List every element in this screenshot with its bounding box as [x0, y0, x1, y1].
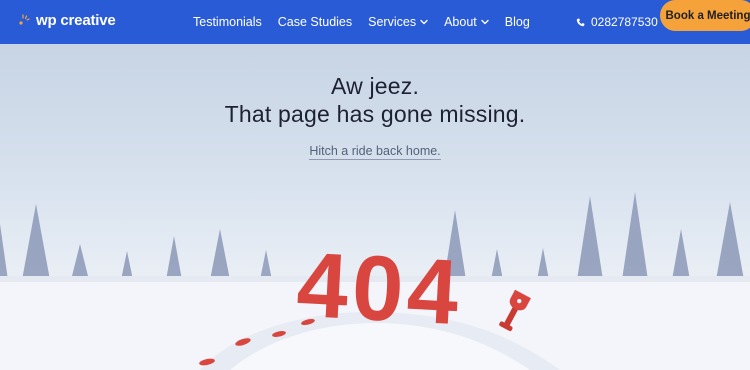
nav-item-label: Blog — [504, 15, 530, 29]
back-home-link[interactable]: Hitch a ride back home. — [309, 144, 441, 160]
phone-link[interactable]: 0282787530 — [576, 0, 658, 44]
nav-item-label: Services — [368, 15, 417, 29]
logo[interactable]: wp creative — [18, 12, 116, 29]
nav-item-label: Testimonials — [193, 15, 262, 29]
book-meeting-button[interactable]: Book a Meeting — [660, 0, 750, 31]
nav-item-case-studies[interactable]: Case Studies — [278, 15, 352, 29]
hero-section: 404 Aw jeez. That page has gone missing.… — [0, 44, 750, 370]
error-code: 404 — [294, 234, 465, 345]
back-home-wrapper: Hitch a ride back home. — [0, 142, 750, 160]
sunburst-icon — [19, 14, 30, 25]
nav-item-services[interactable]: Services — [368, 15, 428, 29]
phone-icon — [576, 18, 585, 26]
site-header: wp creative Testimonials Case Studies Se… — [0, 0, 750, 44]
main-nav: Testimonials Case Studies Services About… — [193, 0, 530, 44]
nav-item-testimonials[interactable]: Testimonials — [193, 15, 262, 29]
headline-line-1: Aw jeez. — [330, 73, 420, 99]
logo-text: wp creative — [36, 11, 116, 29]
page: wp creative Testimonials Case Studies Se… — [0, 0, 750, 370]
nav-item-label: About — [444, 15, 477, 29]
chevron-down-icon — [420, 19, 428, 25]
nav-item-blog[interactable]: Blog — [505, 15, 530, 29]
nav-item-label: Case Studies — [277, 15, 353, 29]
headline-line-2: That page has gone missing. — [224, 101, 526, 127]
page-title: Aw jeez. That page has gone missing. — [0, 72, 750, 128]
nav-item-about[interactable]: About — [444, 15, 489, 29]
phone-number: 0282787530 — [591, 15, 658, 29]
chevron-down-icon — [481, 19, 489, 25]
